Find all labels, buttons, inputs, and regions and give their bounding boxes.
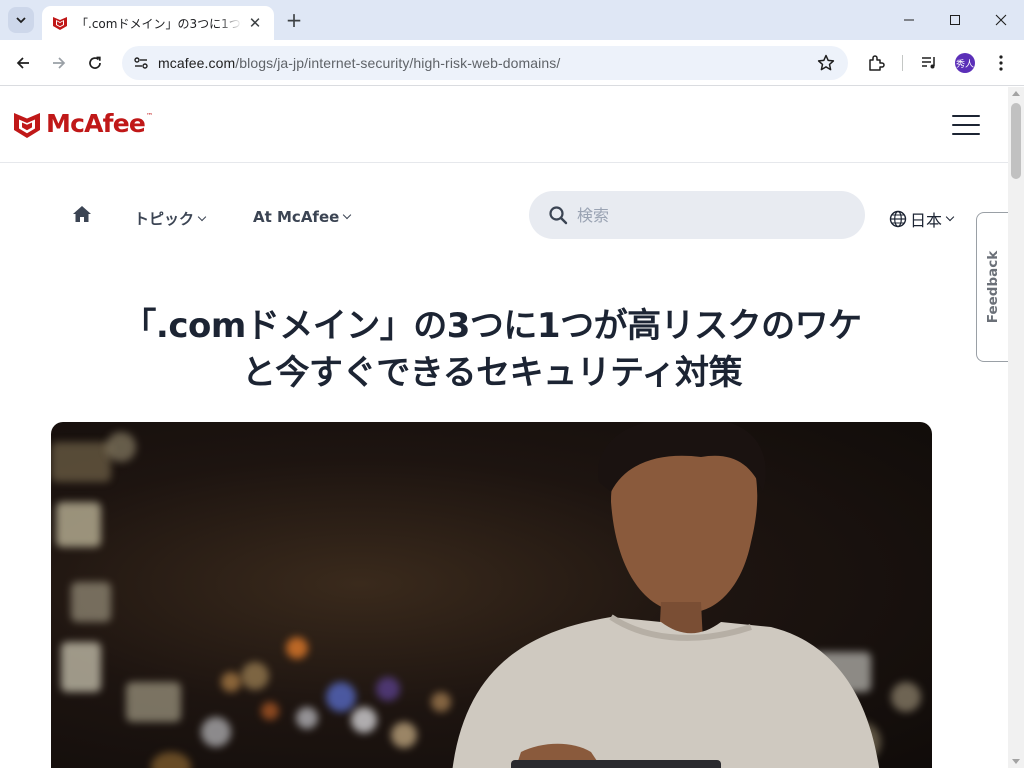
address-bar[interactable]: mcafee.com/blogs/ja-jp/internet-security… [122, 46, 848, 80]
person-using-tablet-illustration [452, 422, 880, 768]
new-tab-button[interactable]: + [282, 8, 306, 32]
close-window-button[interactable] [978, 0, 1024, 40]
feedback-tab[interactable]: Feedback [976, 212, 1010, 362]
reload-button[interactable] [81, 49, 109, 77]
page-scrollbar[interactable] [1008, 87, 1024, 768]
site-info-icon [134, 57, 148, 69]
search-input[interactable] [577, 205, 837, 225]
site-header: McAfee ™ [0, 87, 1008, 163]
url-host: mcafee.com [158, 55, 236, 71]
nav-topic-dropdown[interactable]: トピック [134, 208, 207, 229]
tab-title: 「.comドメイン」の3つに1つが高リスクのワケと今すぐできるセキュリティ対策 [76, 16, 242, 31]
profile-avatar[interactable]: 秀人 [955, 53, 975, 73]
chevron-down-icon [16, 17, 26, 24]
minimize-icon [904, 19, 914, 21]
hamburger-icon[interactable] [952, 115, 980, 135]
media-controls-button[interactable] [917, 51, 941, 75]
nav-topic-label: トピック [134, 210, 195, 228]
page-viewport: McAfee ™ トピック At McAfee 日本 「.comドメイン」の3つ… [0, 87, 1008, 768]
logo-trademark: ™ [146, 111, 154, 120]
scroll-thumb[interactable] [1011, 103, 1021, 179]
language-selector[interactable]: 日本 [889, 207, 955, 231]
tab-search-button[interactable] [8, 7, 34, 33]
globe-icon [889, 210, 907, 228]
minimize-button[interactable] [886, 0, 932, 40]
scroll-up-arrow-icon[interactable] [1012, 91, 1020, 96]
tab-close-icon[interactable]: ✕ [246, 14, 264, 32]
back-icon [16, 57, 29, 69]
toolbar-divider [902, 55, 903, 71]
feedback-label: Feedback [985, 250, 1002, 324]
chevron-down-icon [343, 210, 352, 220]
url-path: /blogs/ja-jp/internet-security/high-risk… [235, 55, 561, 71]
nav-at-mcafee-label: At McAfee [253, 208, 340, 226]
reload-icon [89, 56, 101, 69]
menu-dots-icon [999, 55, 1003, 71]
article-hero-image [51, 422, 932, 768]
article-title-line-1: 「.comドメイン」の3つに1つが高リスクのワケ [122, 306, 862, 346]
back-button[interactable] [9, 49, 37, 77]
chevron-down-icon [197, 212, 207, 221]
maximize-button[interactable] [932, 0, 978, 40]
language-label: 日本 [910, 211, 943, 230]
maximize-icon [950, 15, 960, 25]
browser-menu-button[interactable] [989, 51, 1013, 75]
search-icon [549, 206, 568, 225]
article-title: 「.comドメイン」の3つに1つが高リスクのワケ と今すぐできるセキュリティ対策 [60, 303, 924, 397]
tab-strip: 「.comドメイン」の3つに1つが高リスクのワケと今すぐできるセキュリティ対策 … [0, 0, 1024, 40]
site-info-button[interactable] [126, 48, 156, 78]
bookmark-star-icon[interactable] [816, 53, 836, 73]
extensions-button[interactable] [864, 51, 888, 75]
active-tab[interactable]: 「.comドメイン」の3つに1つが高リスクのワケと今すぐできるセキュリティ対策 … [42, 6, 274, 40]
close-icon [995, 14, 1007, 26]
article-title-line-2: と今すぐできるセキュリティ対策 [241, 353, 743, 393]
browser-toolbar: mcafee.com/blogs/ja-jp/internet-security… [0, 40, 1024, 86]
chevron-down-icon [945, 212, 955, 222]
nav-at-mcafee-dropdown[interactable]: At McAfee [253, 208, 352, 226]
sub-navigation: トピック At McAfee 日本 [0, 191, 1008, 241]
mcafee-shield-icon [14, 112, 40, 138]
forward-icon [53, 57, 66, 69]
forward-button[interactable] [45, 49, 73, 77]
logo-wordmark: McAfee [46, 109, 146, 138]
extensions-icon [869, 55, 885, 71]
url-text[interactable]: mcafee.com/blogs/ja-jp/internet-security… [158, 55, 560, 71]
scroll-down-arrow-icon[interactable] [1012, 759, 1020, 764]
home-icon[interactable] [72, 205, 92, 223]
search-box[interactable] [529, 191, 865, 239]
mcafee-favicon-icon [53, 17, 67, 30]
media-controls-icon [922, 57, 935, 69]
mcafee-logo[interactable]: McAfee ™ [14, 109, 153, 138]
